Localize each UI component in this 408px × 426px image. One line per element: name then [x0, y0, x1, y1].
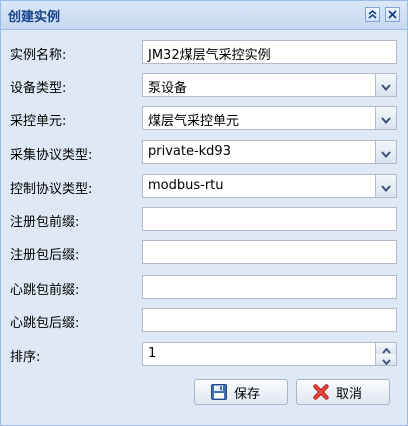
window-title: 创建实例	[8, 10, 61, 25]
control-protocol-dropdown-trigger[interactable]	[375, 174, 397, 198]
form-row-control-unit: 采控单元: 煤层气采控单元	[1, 106, 407, 132]
collect-protocol-dropdown-trigger[interactable]	[375, 140, 397, 164]
double-chevron-up-icon	[367, 9, 378, 20]
form-row-collect-protocol: 采集协议类型: private-kd93	[1, 140, 407, 166]
form-row-control-protocol: 控制协议类型: modbus-rtu	[1, 174, 407, 200]
heartbeat-suffix-input[interactable]	[142, 308, 397, 332]
control-unit-select[interactable]: 煤层气采控单元	[142, 106, 397, 130]
device-type-value: 泵设备	[148, 81, 188, 96]
collect-protocol-value: private-kd93	[148, 144, 231, 159]
control-protocol-select[interactable]: modbus-rtu	[142, 174, 397, 198]
heartbeat-suffix-label: 心跳包后缀:	[10, 316, 80, 331]
control-unit-label: 采控单元:	[10, 114, 67, 129]
spin-down-button[interactable]	[376, 354, 396, 366]
instance-name-label: 实例名称:	[10, 48, 67, 63]
instance-name-input[interactable]: JM32煤层气采控实例	[142, 40, 397, 64]
control-protocol-label: 控制协议类型:	[10, 182, 93, 197]
cancel-button-label: 取消	[336, 386, 363, 402]
sort-order-spinner-trigger	[375, 342, 397, 366]
device-type-label: 设备类型:	[10, 81, 67, 96]
form-button-bar: 保存 取消	[1, 379, 407, 407]
form-row-register-prefix: 注册包前缀:	[1, 207, 407, 233]
control-unit-value: 煤层气采控单元	[148, 114, 240, 129]
sort-order-spinner[interactable]: 1	[142, 342, 397, 366]
form-row-heartbeat-prefix: 心跳包前缀:	[1, 275, 407, 301]
floppy-disk-icon	[210, 383, 228, 401]
close-button[interactable]	[385, 7, 400, 22]
sort-order-value: 1	[148, 346, 157, 361]
red-x-icon	[312, 383, 330, 401]
caret-down-icon	[381, 350, 391, 369]
collect-protocol-select[interactable]: private-kd93	[142, 140, 397, 164]
form-row-device-type: 设备类型: 泵设备	[1, 73, 407, 99]
chevron-down-icon	[381, 177, 391, 196]
cancel-button[interactable]: 取消	[296, 379, 390, 405]
form-body: 实例名称: JM32煤层气采控实例 设备类型: 泵设备 采控单元: 煤层气采控单…	[1, 30, 407, 425]
register-suffix-input[interactable]	[142, 240, 397, 264]
form-row-heartbeat-suffix: 心跳包后缀:	[1, 308, 407, 334]
form-row-sort-order: 排序: 1	[1, 342, 407, 368]
chevron-down-icon	[381, 76, 391, 95]
window-titlebar[interactable]: 创建实例	[1, 1, 407, 30]
chevron-down-icon	[381, 143, 391, 162]
register-suffix-label: 注册包后缀:	[10, 248, 80, 263]
device-type-dropdown-trigger[interactable]	[375, 73, 397, 97]
form-row-instance-name: 实例名称: JM32煤层气采控实例	[1, 40, 407, 66]
close-icon	[387, 9, 398, 20]
collect-protocol-label: 采集协议类型:	[10, 148, 93, 163]
save-button-label: 保存	[234, 386, 261, 402]
instance-name-value: JM32煤层气采控实例	[148, 48, 271, 63]
chevron-down-icon	[381, 109, 391, 128]
collapse-button[interactable]	[365, 7, 380, 22]
sort-order-label: 排序:	[10, 350, 41, 365]
heartbeat-prefix-input[interactable]	[142, 275, 397, 299]
control-unit-dropdown-trigger[interactable]	[375, 106, 397, 130]
register-prefix-input[interactable]	[142, 207, 397, 231]
form-row-register-suffix: 注册包后缀:	[1, 240, 407, 266]
heartbeat-prefix-label: 心跳包前缀:	[10, 283, 80, 298]
control-protocol-value: modbus-rtu	[148, 178, 224, 193]
create-instance-window: 创建实例 实例名称: JM32煤层气采控实例 设备类型: 泵设备 采控单元: 煤…	[0, 0, 408, 426]
device-type-select[interactable]: 泵设备	[142, 73, 397, 97]
save-button[interactable]: 保存	[194, 379, 288, 405]
register-prefix-label: 注册包前缀:	[10, 215, 80, 230]
